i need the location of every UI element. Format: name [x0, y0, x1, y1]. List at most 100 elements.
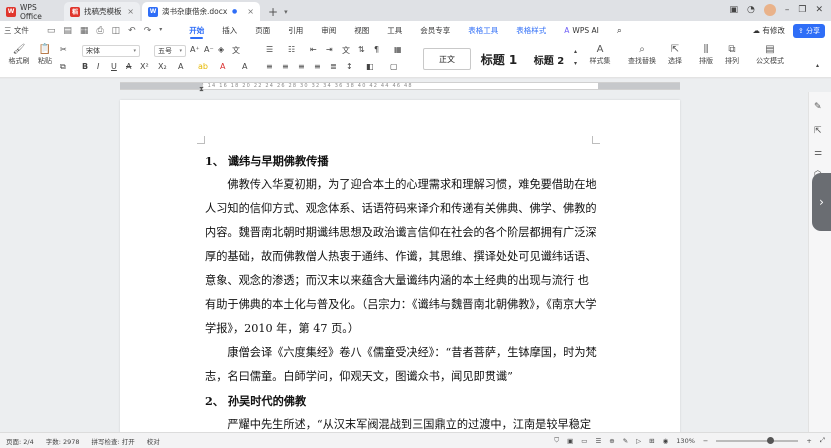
document-page[interactable]: 1、 谶纬与早期佛教传播 佛教传入华夏初期，为了迎合本土的心理需求和理解习惯，难…: [120, 100, 680, 432]
border-icon[interactable]: ▢: [390, 62, 398, 71]
file-menu[interactable]: 三 文件: [4, 25, 29, 36]
new-tab-button[interactable]: +: [268, 5, 278, 19]
export-pdf-icon[interactable]: ▦: [80, 26, 89, 36]
strikethrough-icon[interactable]: A: [126, 62, 131, 71]
font-color-icon[interactable]: A: [220, 62, 225, 71]
select-button[interactable]: ⇱ 选择: [662, 44, 688, 66]
pinyin-icon[interactable]: 文: [232, 45, 240, 56]
fit-page-icon[interactable]: ⤢: [820, 436, 825, 445]
undo-icon[interactable]: ↶: [128, 26, 136, 36]
word-count[interactable]: 字数: 2978: [46, 436, 80, 446]
style-set-button[interactable]: A 样式集: [584, 44, 616, 66]
web-view-icon[interactable]: ⊕: [609, 437, 614, 445]
subscript-icon[interactable]: X₂: [158, 62, 167, 71]
tab-wps-home[interactable]: W WPS Office: [0, 2, 62, 21]
table-icon[interactable]: ▦: [394, 45, 402, 54]
close-icon[interactable]: ×: [127, 7, 134, 16]
italic-icon[interactable]: I: [97, 62, 99, 71]
chevron-down-icon[interactable]: ▾: [159, 26, 162, 36]
adjust-icon[interactable]: ⚌: [814, 148, 822, 158]
zoom-out-icon[interactable]: −: [703, 437, 708, 445]
avatar[interactable]: [763, 4, 776, 16]
style-scroll-down-icon[interactable]: ▾: [574, 60, 577, 67]
align-left-icon[interactable]: ≡: [266, 62, 273, 71]
proofread-status[interactable]: 校对: [147, 436, 160, 446]
menu-tools[interactable]: 工具: [378, 21, 411, 40]
page-view-icon[interactable]: ▣: [567, 437, 573, 445]
superscript-icon[interactable]: X²: [140, 62, 149, 71]
highlight-icon[interactable]: ab: [198, 62, 208, 71]
sort-icon[interactable]: ⇅: [358, 45, 365, 54]
menu-page[interactable]: 页面: [246, 21, 279, 40]
modified-status[interactable]: ☁ 有修改: [753, 25, 785, 36]
official-doc-mode-button[interactable]: ▤ 公文模式: [750, 44, 790, 66]
document-body[interactable]: 1、 谶纬与早期佛教传播 佛教传入华夏初期，为了迎合本土的心理需求和理解习惯，难…: [205, 149, 600, 432]
layout-icon[interactable]: ▣: [730, 5, 739, 15]
wps-ai-button[interactable]: A WPS AI: [555, 21, 608, 40]
paste-button[interactable]: 📋 粘贴: [34, 44, 56, 66]
save-icon[interactable]: ▤: [63, 26, 72, 36]
spell-check-status[interactable]: 拼写检查: 打开: [92, 436, 135, 446]
font-name-select[interactable]: 宋体 ▾: [82, 45, 140, 57]
zoom-slider[interactable]: [716, 436, 799, 444]
outdent-icon[interactable]: ⇤: [310, 45, 317, 54]
align-center-icon[interactable]: ≡: [282, 62, 289, 71]
search-icon[interactable]: ⌕: [608, 21, 631, 40]
find-replace-button[interactable]: ⌕ 查找替换: [624, 44, 660, 66]
menu-member[interactable]: 会员专享: [411, 21, 459, 40]
bold-icon[interactable]: B: [82, 62, 88, 71]
text-effect-icon[interactable]: A: [178, 62, 183, 71]
style-heading-2[interactable]: 标题 2: [527, 48, 571, 70]
protect-icon[interactable]: ⛉: [554, 436, 559, 445]
tab-template[interactable]: 稻 找稿壳模板 ×: [64, 2, 140, 21]
menu-table-style[interactable]: 表格样式: [507, 21, 555, 40]
read-view-icon[interactable]: ▭: [581, 437, 587, 445]
zoom-in-icon[interactable]: +: [806, 437, 811, 445]
shrink-font-icon[interactable]: A⁻: [204, 45, 214, 54]
style-heading-1[interactable]: 标题 1: [475, 48, 523, 70]
tab-document[interactable]: W 演书杂康借余.docx ● ×: [142, 2, 260, 21]
show-marks-icon[interactable]: ¶: [374, 45, 379, 54]
clear-format-icon[interactable]: ◈: [218, 45, 224, 54]
numbered-list-icon[interactable]: ☷: [288, 45, 295, 54]
ribbon-collapse-icon[interactable]: ▴: [816, 62, 819, 69]
eye-icon[interactable]: ◉: [663, 437, 669, 445]
share-button[interactable]: ⇪ 分享: [792, 23, 825, 38]
zoom-slider-knob[interactable]: [767, 436, 775, 444]
cut-icon[interactable]: ✂: [60, 45, 67, 54]
page-indicator[interactable]: 页面: 2/4: [6, 436, 34, 446]
align-right-icon[interactable]: ≡: [298, 62, 305, 71]
minimize-icon[interactable]: –: [785, 5, 790, 15]
distribute-icon[interactable]: ≣: [330, 62, 337, 71]
layout-button[interactable]: ⫼ 排版: [694, 44, 718, 66]
underline-icon[interactable]: U: [111, 62, 117, 71]
font-size-select[interactable]: 五号 ▾: [154, 45, 186, 57]
zoom-value[interactable]: 130%: [676, 437, 695, 445]
indent-icon[interactable]: ⇥: [326, 45, 333, 54]
ruler[interactable]: 8 6 4 2 1 2 4 6 8 10 12 14 16 18 20 22 2…: [0, 79, 831, 93]
grow-font-icon[interactable]: A⁺: [190, 45, 200, 54]
close-icon[interactable]: ×: [247, 7, 254, 16]
edit-icon[interactable]: ✎: [814, 102, 822, 112]
print-preview-icon[interactable]: ◫: [112, 26, 121, 36]
maximize-icon[interactable]: ❐: [798, 5, 806, 15]
tab-list-chevron-icon[interactable]: ▾: [284, 8, 288, 16]
outline-view-icon[interactable]: ☰: [595, 437, 601, 445]
new-doc-icon[interactable]: ▭: [47, 26, 56, 36]
arrange-button[interactable]: ⧉ 排列: [720, 44, 744, 66]
line-spacing-icon[interactable]: ↕: [346, 62, 353, 71]
sidebar-expand-button[interactable]: ›: [812, 173, 831, 231]
char-shading-icon[interactable]: A: [242, 62, 247, 71]
menu-insert[interactable]: 插入: [213, 21, 246, 40]
grid-icon[interactable]: ⊞: [649, 437, 654, 445]
format-painter-button[interactable]: 🖌 格式刷: [6, 44, 32, 66]
copy-icon[interactable]: ⧉: [60, 62, 66, 72]
select-cursor-icon[interactable]: ⇱: [814, 126, 822, 136]
document-area[interactable]: 1、 谶纬与早期佛教传播 佛教传入华夏初期，为了迎合本土的心理需求和理解习惯，难…: [0, 92, 808, 432]
chinese-layout-icon[interactable]: 文: [342, 45, 350, 56]
play-icon[interactable]: ▷: [636, 437, 641, 445]
redo-icon[interactable]: ↷: [144, 26, 152, 36]
write-view-icon[interactable]: ✎: [623, 437, 628, 445]
justify-icon[interactable]: ≡: [314, 62, 321, 71]
close-window-icon[interactable]: ✕: [815, 5, 823, 15]
